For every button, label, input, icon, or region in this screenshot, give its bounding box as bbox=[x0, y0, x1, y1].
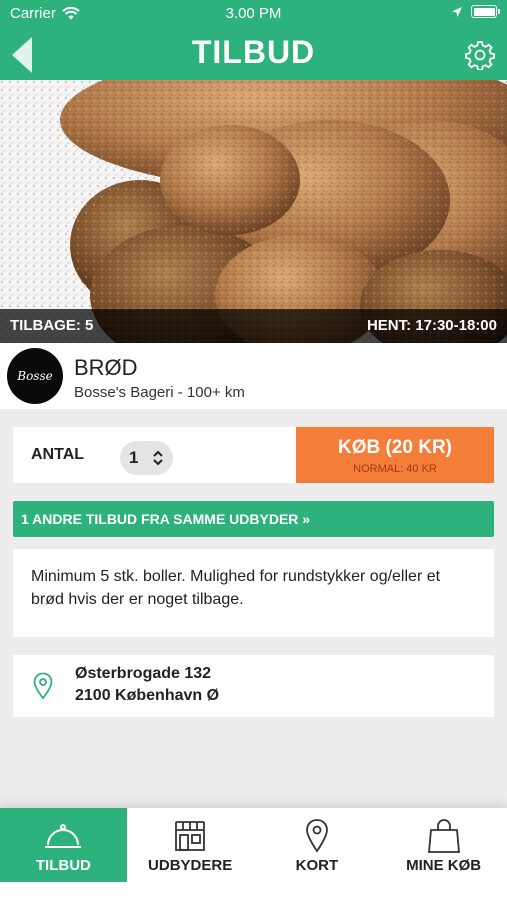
quantity-label: ANTAL bbox=[31, 446, 85, 463]
nav-bar: TILBUD bbox=[0, 28, 507, 80]
battery-icon bbox=[471, 5, 500, 18]
provider-logo-text: Bosse bbox=[17, 369, 53, 383]
offer-info-bar: TILBAGE: 5 HENT: 17:30-18:00 bbox=[0, 309, 507, 343]
tab-kort[interactable]: KORT bbox=[254, 808, 381, 882]
tab-label: UDBYDERE bbox=[148, 857, 233, 874]
quantity-picker[interactable]: 1 bbox=[120, 441, 173, 475]
tab-bar: TILBUD UDBYDERE KORT MINE KØB bbox=[0, 808, 507, 882]
tab-mine-koeb[interactable]: MINE KØB bbox=[380, 808, 507, 882]
shopping-bag-icon bbox=[427, 819, 460, 853]
location-arrow-icon bbox=[452, 6, 462, 17]
map-pin-icon bbox=[305, 819, 328, 853]
offer-title: BRØD bbox=[74, 355, 138, 380]
buy-button[interactable]: KØB (20 KR) NORMAL: 40 KR bbox=[296, 427, 494, 483]
chevron-up-down-icon bbox=[153, 450, 163, 466]
normal-price: NORMAL: 40 KR bbox=[353, 463, 437, 475]
tab-label: KORT bbox=[295, 857, 339, 874]
purchase-card: ANTAL 1 KØB (20 KR) NORMAL: 40 KR bbox=[13, 427, 494, 483]
bread-photo bbox=[0, 80, 507, 343]
pickup-time: HENT: 17:30-18:00 bbox=[366, 317, 497, 334]
provider-subtitle: Bosse's Bageri - 100+ km bbox=[74, 384, 245, 401]
address-street: Østerbrogade 132 bbox=[75, 665, 212, 682]
tab-label: TILBUD bbox=[35, 857, 91, 874]
more-offers-button[interactable]: 1 ANDRE TILBUD FRA SAMME UDBYDER » bbox=[13, 501, 494, 537]
status-bar: Carrier 3.00 PM bbox=[0, 0, 507, 28]
status-right bbox=[451, 5, 500, 18]
address-city: 2100 København Ø bbox=[75, 687, 220, 704]
cloche-icon bbox=[45, 824, 82, 848]
quantity-value: 1 bbox=[129, 448, 139, 467]
gear-icon[interactable] bbox=[465, 40, 495, 70]
store-icon bbox=[175, 821, 206, 851]
offer-description: Minimum 5 stk. boller. Mulighed for rund… bbox=[13, 549, 494, 637]
location-pin-icon bbox=[33, 672, 53, 700]
home-indicator-area bbox=[0, 882, 507, 900]
provider-header: Bosse BRØD Bosse's Bageri - 100+ km bbox=[0, 343, 507, 409]
page-title: TILBUD bbox=[191, 34, 316, 70]
offer-image: TILBAGE: 5 HENT: 17:30-18:00 bbox=[0, 80, 507, 343]
status-time: 3.00 PM bbox=[225, 5, 282, 22]
tab-label: MINE KØB bbox=[406, 857, 482, 874]
remaining-count: TILBAGE: 5 bbox=[10, 317, 94, 334]
tab-tilbud[interactable]: TILBUD bbox=[0, 808, 127, 882]
address-card[interactable]: Østerbrogade 132 2100 København Ø bbox=[13, 655, 494, 717]
tab-udbydere[interactable]: UDBYDERE bbox=[127, 808, 254, 882]
provider-logo: Bosse bbox=[7, 348, 63, 404]
buy-label: KØB (20 KR) bbox=[337, 437, 452, 458]
